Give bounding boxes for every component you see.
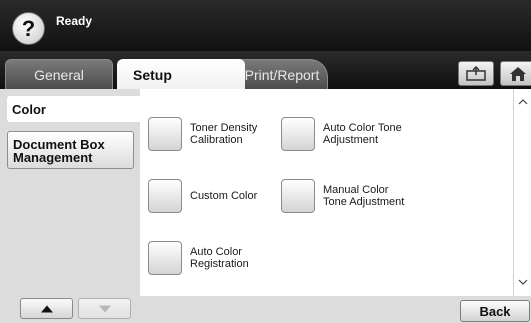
chevron-down-icon[interactable]: [518, 277, 528, 287]
option-label: Auto Color Registration: [190, 246, 249, 270]
option-toner-density-calibration[interactable]: Toner Density Calibration: [148, 117, 257, 151]
help-button[interactable]: ?: [12, 12, 45, 45]
option-button[interactable]: [148, 179, 182, 213]
tab-bar: General Print/Report Setup: [0, 51, 531, 90]
options-scrollbar[interactable]: [513, 89, 531, 296]
category-document-box-management[interactable]: Document Box Management: [7, 131, 134, 169]
tab-print-report-label: Print/Report: [244, 66, 320, 83]
option-button[interactable]: [281, 179, 315, 213]
option-manual-color-tone-adjustment[interactable]: Manual Color Tone Adjustment: [281, 179, 404, 213]
tab-general[interactable]: General: [5, 59, 113, 89]
option-auto-color-registration[interactable]: Auto Color Registration: [148, 241, 249, 275]
status-text: Ready: [56, 14, 93, 28]
option-button[interactable]: [148, 241, 182, 275]
tab-setup[interactable]: Setup: [117, 59, 245, 90]
option-auto-color-tone-adjustment[interactable]: Auto Color Tone Adjustment: [281, 117, 402, 151]
options-area: Toner Density Calibration Auto Color Ton…: [140, 89, 513, 296]
option-button[interactable]: [148, 117, 182, 151]
option-custom-color[interactable]: Custom Color: [148, 179, 257, 213]
option-label: Custom Color: [190, 190, 258, 202]
status-bar: ? Ready: [0, 0, 531, 51]
bottom-bar: Back: [140, 296, 531, 323]
tray-icon: [466, 65, 486, 81]
chevron-up-icon[interactable]: [518, 97, 528, 107]
category-scroll-down-button[interactable]: [78, 298, 131, 319]
category-scroll-up-button[interactable]: [20, 298, 73, 319]
category-panel: Color Document Box Management: [0, 89, 140, 323]
down-triangle-icon: [98, 305, 111, 312]
option-label: Manual Color Tone Adjustment: [323, 184, 405, 208]
home-icon: [510, 66, 526, 81]
tray-button[interactable]: [458, 61, 494, 86]
home-button[interactable]: [500, 61, 531, 86]
category-document-box-label: Document Box Management: [13, 137, 105, 165]
option-button[interactable]: [281, 117, 315, 151]
question-mark-icon: ?: [21, 15, 36, 41]
printer-panel-screen: ? Ready General Print/Report Setup Color…: [0, 0, 531, 323]
back-button[interactable]: Back: [460, 300, 530, 322]
up-triangle-icon: [40, 305, 53, 312]
option-label: Auto Color Tone Adjustment: [323, 122, 402, 146]
category-color[interactable]: Color: [7, 96, 140, 122]
option-label: Toner Density Calibration: [190, 122, 258, 146]
